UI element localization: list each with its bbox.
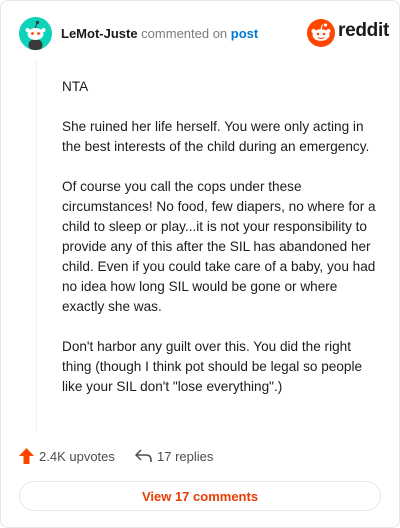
comment-paragraph: She ruined her life herself. You were on…	[62, 119, 370, 154]
reddit-brand[interactable]: reddit	[307, 19, 389, 47]
replies-button[interactable]: 17 replies	[135, 446, 213, 466]
upvote-arrow-icon	[19, 448, 34, 464]
comment-footer: 2.4K upvotes 17 replies	[19, 446, 383, 466]
upvote-button[interactable]: 2.4K upvotes	[19, 446, 115, 466]
comment-paragraph: Of course you call the cops under these …	[62, 179, 376, 314]
comment-card: LeMot-Juste commented on post reddit NTA…	[0, 0, 400, 528]
commenter-line: LeMot-Juste commented on post	[61, 26, 258, 41]
commented-on-text: commented on	[137, 26, 231, 41]
upvote-count: 2.4K upvotes	[39, 448, 115, 464]
snoo-avatar-icon	[19, 17, 52, 50]
username-link[interactable]: LeMot-Juste	[61, 26, 138, 41]
reply-count: 17 replies	[157, 448, 214, 464]
reply-arrow-icon	[135, 449, 152, 462]
user-avatar[interactable]	[19, 17, 52, 50]
comment-paragraph: Don't harbor any guilt over this. You di…	[62, 339, 363, 394]
comment-header: LeMot-Juste commented on post reddit	[19, 17, 389, 51]
brand-wordmark: reddit	[338, 20, 389, 41]
comment-body: NTA She ruined her life herself. You wer…	[62, 77, 376, 417]
comment-paragraph: NTA	[62, 79, 89, 94]
thread-line	[36, 59, 37, 431]
reddit-logo-icon	[307, 19, 335, 47]
view-comments-button[interactable]: View 17 comments	[19, 481, 381, 511]
post-link[interactable]: post	[231, 26, 258, 41]
